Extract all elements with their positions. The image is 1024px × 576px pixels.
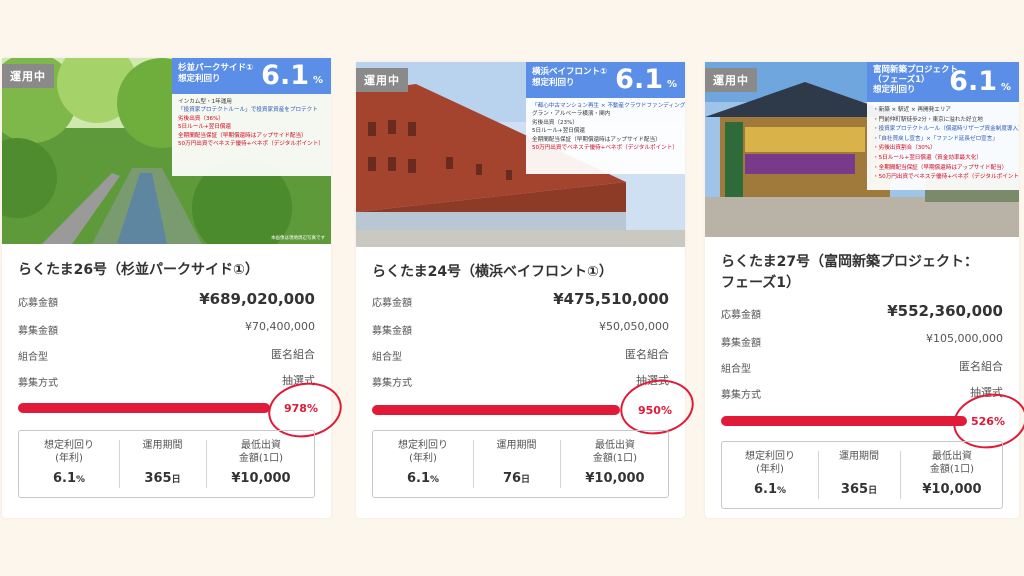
stat-period: 運用期間 76日 [496,440,537,486]
progress-bar [721,416,967,426]
overlay-title: 横浜ベイフロント① 想定利回り [532,67,608,88]
applied-amount-row: 応募金額 ¥475,510,000 [372,290,669,309]
promo-overlay: 横浜ベイフロント① 想定利回り 6.1 % 「都心中古マンション再生 × 不動産… [526,62,685,174]
fund-card-26[interactable]: 運用中 杉並パークサイド① 想定利回り 6.1 % インカム型・1年運用 「投資… [2,58,347,518]
fund-title[interactable]: らくたま27号（富岡新築プロジェクト：フェーズ1） [721,252,991,294]
method-row: 募集方式 抽選式 [721,386,1003,401]
overlay-rate: 6.1 [261,60,309,91]
overlay-title: 杉並パークサイド① 想定利回り [178,63,254,84]
stat-minimum: 最低出資 金額(1口) ¥10,000 [922,451,982,497]
fund-card-27[interactable]: 運用中 富岡新築プロジェクト （フェーズ1） 想定利回り 6.1 % ・新築 ×… [705,62,1024,518]
overlay-rate: 6.1 [615,64,663,95]
union-type-row: 組合型 匿名組合 [18,348,315,363]
overlay-title: 富岡新築プロジェクト （フェーズ1） 想定利回り [873,65,959,95]
status-badge: 運用中 [356,68,408,92]
promo-overlay: 富岡新築プロジェクト （フェーズ1） 想定利回り 6.1 % ・新築 × 駅近 … [867,62,1019,190]
status-badge: 運用中 [2,64,54,88]
stat-minimum: 最低出資 金額(1口) ¥10,000 [585,440,645,486]
applied-amount-row: 応募金額 ¥689,020,000 [18,290,315,309]
fund-image[interactable]: 運用中 杉並パークサイド① 想定利回り 6.1 % インカム型・1年運用 「投資… [2,58,331,244]
stat-yield: 想定利回り (年利) 6.1% [398,440,448,486]
union-type-row: 組合型 匿名組合 [721,360,1003,375]
applied-amount-row: 応募金額 ¥552,360,000 [721,302,1003,321]
stat-yield: 想定利回り (年利) 6.1% [44,440,94,486]
target-amount-row: 募集金額 ¥70,400,000 [18,320,315,337]
overlay-percent: % [312,75,323,86]
progress-bar [18,403,270,413]
method-row: 募集方式 抽選式 [18,374,315,389]
target-amount-row: 募集金額 ¥105,000,000 [721,332,1003,349]
fund-title[interactable]: らくたま26号（杉並パークサイド①） [18,260,318,281]
status-badge: 運用中 [705,68,757,92]
fund-title[interactable]: らくたま24号（横浜ベイフロント①） [372,262,672,283]
method-row: 募集方式 抽選式 [372,374,669,389]
stat-minimum: 最低出資 金額(1口) ¥10,000 [231,440,291,486]
stat-period: 運用期間 365日 [142,440,183,486]
target-amount-row: 募集金額 ¥50,050,000 [372,320,669,337]
overlay-features: インカム型・1年運用 「投資家プロテクトルール」で投資家資産をプロテクト 劣後出… [178,99,324,148]
overlay-features: ・新築 × 駅近 × 再開発エリア ・門前仲町駅徒歩2分・東京に溢れた好立地 ・… [873,107,1019,181]
stat-period: 運用期間 365日 [839,451,879,497]
overlay-rate: 6.1 [949,66,997,97]
stats-box: 想定利回り (年利) 6.1% 運用期間 76日 最低出資 金額(1口) ¥10… [372,430,669,498]
overlay-percent: % [1000,82,1011,93]
overlay-features: 「都心中古マンション再生 × 不動産クラウドファンディング」 グラン・アルベーラ… [532,103,685,152]
progress-bar [372,405,620,415]
stats-box: 想定利回り (年利) 6.1% 運用期間 365日 最低出資 金額(1口) ¥1… [721,441,1003,509]
union-type-row: 組合型 匿名組合 [372,348,669,363]
promo-overlay: 杉並パークサイド① 想定利回り 6.1 % インカム型・1年運用 「投資家プロテ… [172,58,331,176]
overlay-percent: % [666,79,677,90]
image-caption: 本画像は現地周辺写真です [271,236,325,241]
fund-card-24[interactable]: 運用中 横浜ベイフロント① 想定利回り 6.1 % 「都心中古マンション再生 ×… [356,62,699,518]
stats-box: 想定利回り (年利) 6.1% 運用期間 365日 最低出資 金額(1口) ¥1… [18,430,315,498]
fund-image[interactable]: 運用中 富岡新築プロジェクト （フェーズ1） 想定利回り 6.1 % ・新築 ×… [705,62,1019,237]
stat-yield: 想定利回り (年利) 6.1% [745,451,795,497]
fund-image[interactable]: 運用中 横浜ベイフロント① 想定利回り 6.1 % 「都心中古マンション再生 ×… [356,62,685,247]
